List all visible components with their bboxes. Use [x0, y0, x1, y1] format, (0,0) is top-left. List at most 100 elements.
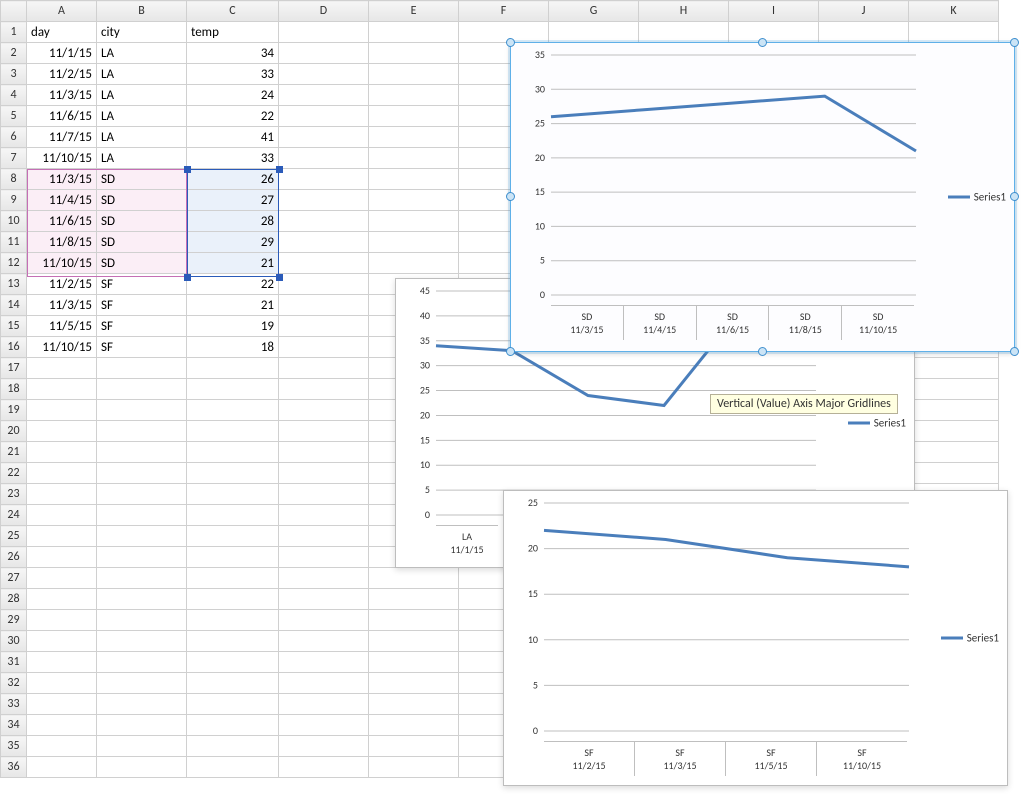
cell-B35[interactable]: [97, 736, 187, 757]
cell-B12[interactable]: SD: [97, 253, 187, 274]
chart-sf[interactable]: 0510152025 SF11/2/15SF11/3/15SF11/5/15SF…: [503, 490, 1008, 786]
cell-A19[interactable]: [27, 400, 97, 421]
cell-D7[interactable]: [279, 148, 369, 169]
cell-I1[interactable]: [729, 22, 819, 43]
cell-D6[interactable]: [279, 127, 369, 148]
cell-D29[interactable]: [279, 610, 369, 631]
column-header-J[interactable]: J: [819, 1, 909, 22]
cell-C2[interactable]: 34: [187, 43, 279, 64]
cell-K20[interactable]: [909, 421, 999, 442]
cell-B25[interactable]: [97, 526, 187, 547]
cell-A16[interactable]: 11/10/15: [27, 337, 97, 358]
cell-D20[interactable]: [279, 421, 369, 442]
cell-B19[interactable]: [97, 400, 187, 421]
cell-B27[interactable]: [97, 568, 187, 589]
row-header-16[interactable]: 16: [1, 337, 27, 358]
cell-C21[interactable]: [187, 442, 279, 463]
cell-A30[interactable]: [27, 631, 97, 652]
cell-K1[interactable]: [909, 22, 999, 43]
row-header-27[interactable]: 27: [1, 568, 27, 589]
cell-A33[interactable]: [27, 694, 97, 715]
cell-B15[interactable]: SF: [97, 316, 187, 337]
cell-D16[interactable]: [279, 337, 369, 358]
cell-D18[interactable]: [279, 379, 369, 400]
row-header-33[interactable]: 33: [1, 694, 27, 715]
cell-E12[interactable]: [369, 253, 459, 274]
cell-D33[interactable]: [279, 694, 369, 715]
column-header-F[interactable]: F: [459, 1, 549, 22]
cell-A22[interactable]: [27, 463, 97, 484]
cell-C4[interactable]: 24: [187, 85, 279, 106]
row-header-1[interactable]: 1: [1, 22, 27, 43]
cell-F1[interactable]: [459, 22, 549, 43]
cell-C35[interactable]: [187, 736, 279, 757]
cell-C30[interactable]: [187, 631, 279, 652]
cell-C24[interactable]: [187, 505, 279, 526]
cell-A11[interactable]: 11/8/15: [27, 232, 97, 253]
row-header-34[interactable]: 34: [1, 715, 27, 736]
column-header-A[interactable]: A: [27, 1, 97, 22]
cell-A4[interactable]: 11/3/15: [27, 85, 97, 106]
cell-B20[interactable]: [97, 421, 187, 442]
cell-E35[interactable]: [369, 736, 459, 757]
column-header-K[interactable]: K: [909, 1, 999, 22]
cell-D5[interactable]: [279, 106, 369, 127]
cell-A8[interactable]: 11/3/15: [27, 169, 97, 190]
cell-D27[interactable]: [279, 568, 369, 589]
cell-A14[interactable]: 11/3/15: [27, 295, 97, 316]
cell-B32[interactable]: [97, 673, 187, 694]
cell-A32[interactable]: [27, 673, 97, 694]
cell-A6[interactable]: 11/7/15: [27, 127, 97, 148]
cell-A31[interactable]: [27, 652, 97, 673]
cell-A1[interactable]: day: [27, 22, 97, 43]
row-header-24[interactable]: 24: [1, 505, 27, 526]
row-header-31[interactable]: 31: [1, 652, 27, 673]
cell-C10[interactable]: 28: [187, 211, 279, 232]
cell-C33[interactable]: [187, 694, 279, 715]
cell-D22[interactable]: [279, 463, 369, 484]
cell-B24[interactable]: [97, 505, 187, 526]
cell-D4[interactable]: [279, 85, 369, 106]
cell-D19[interactable]: [279, 400, 369, 421]
cell-B29[interactable]: [97, 610, 187, 631]
row-header-2[interactable]: 2: [1, 43, 27, 64]
cell-E1[interactable]: [369, 22, 459, 43]
cell-D24[interactable]: [279, 505, 369, 526]
cell-C8[interactable]: 26: [187, 169, 279, 190]
cell-B3[interactable]: LA: [97, 64, 187, 85]
cell-B10[interactable]: SD: [97, 211, 187, 232]
cell-D1[interactable]: [279, 22, 369, 43]
cell-B17[interactable]: [97, 358, 187, 379]
chart-sd[interactable]: 05101520253035 SD11/3/15SD11/4/15SD11/6/…: [510, 42, 1015, 352]
cell-A2[interactable]: 11/1/15: [27, 43, 97, 64]
cell-D2[interactable]: [279, 43, 369, 64]
cell-D21[interactable]: [279, 442, 369, 463]
cell-E30[interactable]: [369, 631, 459, 652]
cell-E9[interactable]: [369, 190, 459, 211]
cell-C27[interactable]: [187, 568, 279, 589]
cell-C19[interactable]: [187, 400, 279, 421]
cell-A21[interactable]: [27, 442, 97, 463]
row-header-20[interactable]: 20: [1, 421, 27, 442]
cell-C31[interactable]: [187, 652, 279, 673]
cell-B36[interactable]: [97, 757, 187, 778]
cell-B5[interactable]: LA: [97, 106, 187, 127]
cell-B9[interactable]: SD: [97, 190, 187, 211]
cell-B23[interactable]: [97, 484, 187, 505]
cell-B28[interactable]: [97, 589, 187, 610]
cell-D8[interactable]: [279, 169, 369, 190]
cell-C15[interactable]: 19: [187, 316, 279, 337]
cell-E10[interactable]: [369, 211, 459, 232]
cell-B21[interactable]: [97, 442, 187, 463]
row-header-26[interactable]: 26: [1, 547, 27, 568]
cell-K21[interactable]: [909, 442, 999, 463]
cell-D32[interactable]: [279, 673, 369, 694]
column-header-B[interactable]: B: [97, 1, 187, 22]
row-header-12[interactable]: 12: [1, 253, 27, 274]
cell-A7[interactable]: 11/10/15: [27, 148, 97, 169]
row-header-11[interactable]: 11: [1, 232, 27, 253]
cell-E5[interactable]: [369, 106, 459, 127]
range-handle[interactable]: [276, 166, 283, 173]
cell-C29[interactable]: [187, 610, 279, 631]
cell-E11[interactable]: [369, 232, 459, 253]
